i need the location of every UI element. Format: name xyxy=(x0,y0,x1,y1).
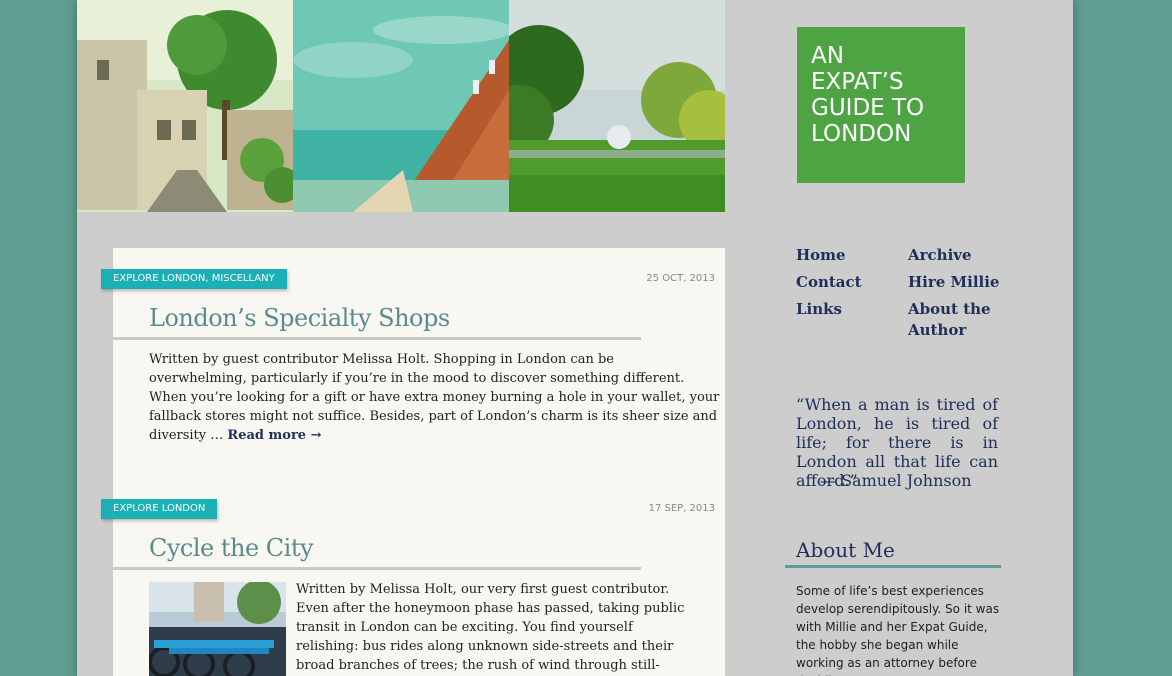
nav-hire-millie[interactable]: Hire Millie xyxy=(908,272,999,293)
post-thumbnail-bikes[interactable] xyxy=(149,582,286,676)
read-more-link[interactable]: Read more → xyxy=(227,428,321,443)
excerpt-line: relishing: bus rides along unknown side-… xyxy=(296,639,674,654)
header-photo-strip xyxy=(77,0,725,212)
logo-line: AN xyxy=(811,43,844,69)
page-wrapper: AN EXPAT’S GUIDE TO LONDON Home Archive … xyxy=(77,0,1073,676)
header-photo-terrace-street xyxy=(293,0,509,212)
excerpt-line: Written by Melissa Holt, our very first … xyxy=(296,582,670,597)
logo-line: LONDON xyxy=(811,121,912,147)
site-logo[interactable]: AN EXPAT’S GUIDE TO LONDON xyxy=(797,27,965,183)
nav-home[interactable]: Home xyxy=(796,245,846,266)
excerpt-line: overwhelming, particularly if you’re in … xyxy=(149,371,685,386)
excerpt-line: fallback stores might not suffice. Besid… xyxy=(149,409,718,424)
post-category-tag[interactable]: EXPLORE LONDON, MISCELLANY xyxy=(101,269,287,289)
post-category-tag[interactable]: EXPLORE LONDON xyxy=(101,499,218,519)
post-excerpt: Written by Melissa Holt, our very first … xyxy=(296,580,685,675)
header-photo-park xyxy=(509,0,725,212)
post-title-link[interactable]: London’s Specialty Shops xyxy=(149,304,450,332)
post-date: 17 SEP, 2013 xyxy=(648,503,715,514)
excerpt-last-line: diversity … Read more → xyxy=(149,426,649,445)
nav-contact[interactable]: Contact xyxy=(796,272,862,293)
excerpt-line: broad branches of trees; the rush of win… xyxy=(296,658,660,673)
post-title-divider xyxy=(113,567,641,570)
about-heading: About Me xyxy=(796,538,895,562)
post-title-link[interactable]: Cycle the City xyxy=(149,534,314,562)
nav-links[interactable]: Links xyxy=(796,299,842,320)
post-title-divider xyxy=(113,337,641,340)
quote-author: — Samuel Johnson xyxy=(820,471,972,490)
excerpt-line: When you’re looking for a gift or have e… xyxy=(149,390,720,405)
logo-line: GUIDE TO xyxy=(811,95,925,121)
post-excerpt: Written by guest contributor Melissa Hol… xyxy=(149,350,720,445)
header-photo-mews-street xyxy=(77,0,293,212)
nav-about-author[interactable]: About the xyxy=(908,299,991,320)
about-text: Some of life’s best experiences develop … xyxy=(796,584,1000,676)
post-list: EXPLORE LONDON, MISCELLANY 25 OCT, 2013 … xyxy=(101,248,725,676)
logo-line: EXPAT’S xyxy=(811,69,904,95)
nav-about-author[interactable]: Author xyxy=(908,320,966,341)
excerpt-line: transit in London can be exciting. You f… xyxy=(296,620,633,635)
about-divider xyxy=(785,565,1001,568)
excerpt-line: Written by guest contributor Melissa Hol… xyxy=(149,352,614,367)
post-date: 25 OCT, 2013 xyxy=(646,273,715,284)
excerpt-line: diversity … xyxy=(149,428,224,443)
nav-archive[interactable]: Archive xyxy=(908,245,972,266)
excerpt-line: Even after the honeymoon phase has passe… xyxy=(296,601,685,616)
